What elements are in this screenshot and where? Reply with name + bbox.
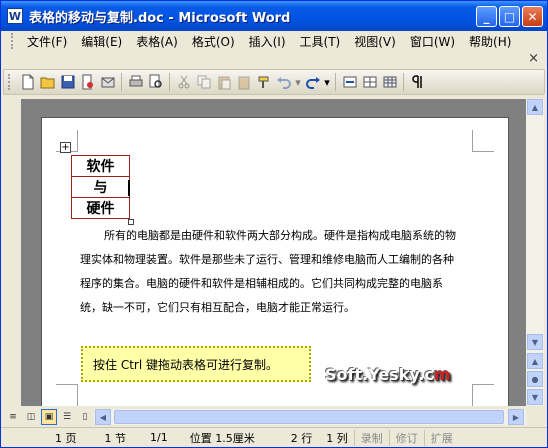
watermark-text: Soft.Yesky.c: [325, 365, 434, 384]
menu-table[interactable]: 表格(A): [129, 33, 185, 50]
document-table[interactable]: 软件 与 硬件: [71, 155, 130, 219]
status-position: 位置 1.5厘米: [189, 431, 255, 445]
copy-icon[interactable]: [194, 73, 213, 92]
status-record[interactable]: 录制: [357, 430, 387, 446]
toolbar-grip[interactable]: [8, 74, 11, 90]
menu-file[interactable]: 文件(F): [20, 33, 74, 50]
email-icon[interactable]: [98, 73, 117, 92]
print-icon[interactable]: [126, 73, 145, 92]
insert-hyperlink-icon[interactable]: [340, 73, 359, 92]
horizontal-scroll-thumb[interactable]: [114, 410, 504, 424]
cut-icon[interactable]: [174, 73, 193, 92]
menu-insert[interactable]: 插入(I): [242, 33, 293, 50]
paste-special-icon[interactable]: [234, 73, 253, 92]
menu-edit[interactable]: 编辑(E): [74, 33, 129, 50]
show-hide-icon[interactable]: [408, 73, 427, 92]
menu-bar: 文件(F) 编辑(E) 表格(A) 格式(O) 插入(I) 工具(T) 视图(V…: [1, 31, 547, 51]
table-move-handle-icon[interactable]: +: [60, 142, 71, 153]
word-window: W 表格的移动与复制.doc - Microsoft Word _ □ ✕ 文件…: [0, 0, 548, 448]
select-browse-object-icon[interactable]: ●: [527, 371, 543, 387]
new-document-icon[interactable]: [18, 73, 37, 92]
table-cell[interactable]: 软件: [71, 155, 130, 177]
site-watermark: Soft.Yesky.cm: [325, 365, 451, 384]
print-layout-icon[interactable]: ▣: [41, 409, 57, 425]
save-icon[interactable]: [58, 73, 77, 92]
reading-layout-icon[interactable]: ▯: [77, 409, 93, 425]
tables-borders-icon[interactable]: [360, 73, 379, 92]
undo-dropdown-icon[interactable]: ▾: [294, 73, 302, 92]
redo-icon[interactable]: [303, 73, 322, 92]
window-title: 表格的移动与复制.doc - Microsoft Word: [29, 10, 291, 26]
toolbar-separator: [169, 73, 170, 91]
vertical-scrollbar[interactable]: ▲ ▼ ▲ ● ▼: [526, 99, 544, 406]
status-page: 1 页: [55, 431, 77, 445]
redo-dropdown-icon[interactable]: ▾: [323, 73, 331, 92]
horizontal-scrollbar[interactable]: ◀ ▶: [94, 409, 526, 425]
scroll-down-icon[interactable]: ▼: [527, 334, 543, 350]
document-paragraph[interactable]: 所有的电脑都是由硬件和软件两大部分构成。硬件是指构成电脑系统的物理实体和物理装置…: [80, 224, 462, 320]
margin-mark-bottom-left: [56, 384, 78, 406]
close-button[interactable]: ✕: [522, 6, 543, 27]
menu-grip[interactable]: [11, 33, 14, 49]
margin-mark-top-right: [472, 130, 494, 152]
table-cell[interactable]: 硬件: [71, 197, 130, 219]
scroll-up-icon[interactable]: ▲: [527, 99, 543, 115]
menu-window[interactable]: 窗口(W): [403, 33, 462, 50]
title-bar[interactable]: W 表格的移动与复制.doc - Microsoft Word _ □ ✕: [1, 1, 547, 31]
permission-icon[interactable]: [78, 73, 97, 92]
watermark-tail: m: [433, 365, 451, 384]
status-track-changes[interactable]: 修订: [392, 430, 422, 446]
paste-icon[interactable]: [214, 73, 233, 92]
vertical-ruler[interactable]: [3, 99, 19, 404]
menu-tools[interactable]: 工具(T): [293, 33, 348, 50]
normal-view-icon[interactable]: ≡: [5, 409, 21, 425]
status-section: 1 节: [104, 431, 127, 445]
menu-help[interactable]: 帮助(H): [462, 33, 518, 50]
toolbar-separator: [403, 73, 404, 91]
status-separator: [423, 429, 425, 446]
status-page-of: 1/1: [150, 431, 168, 444]
undo-icon[interactable]: [274, 73, 293, 92]
previous-page-icon[interactable]: ▲: [527, 353, 543, 369]
menu-format[interactable]: 格式(O): [185, 33, 242, 50]
status-bar: 1 页 1 节 1/1 位置 1.5厘米 2 行 1 列 录制 修订 扩展: [1, 427, 547, 447]
view-buttons: ≡ ◫ ▣ ☰ ▯: [5, 409, 93, 425]
word-app-icon[interactable]: W: [7, 8, 23, 24]
status-line: 2 行: [290, 431, 313, 445]
open-folder-icon[interactable]: [38, 73, 57, 92]
window-controls: _ □ ✕: [476, 6, 543, 27]
insert-table-icon[interactable]: [380, 73, 399, 92]
toolbar-separator: [335, 73, 336, 91]
menu-view[interactable]: 视图(V): [347, 33, 403, 50]
status-extend[interactable]: 扩展: [427, 430, 457, 446]
status-separator: [388, 429, 390, 446]
instruction-callout: 按住 Ctrl 键拖动表格可进行复制。: [81, 346, 311, 382]
maximize-button[interactable]: □: [499, 6, 520, 27]
format-painter-icon[interactable]: [254, 73, 273, 92]
next-page-icon[interactable]: ▼: [527, 389, 543, 405]
web-layout-icon[interactable]: ◫: [23, 409, 39, 425]
status-separator: [353, 429, 355, 446]
toolbar-separator: [121, 73, 122, 91]
outline-view-icon[interactable]: ☰: [59, 409, 75, 425]
text-cursor: [128, 180, 130, 196]
document-close-icon[interactable]: ×: [528, 51, 539, 66]
minimize-button[interactable]: _: [476, 6, 497, 27]
print-preview-icon[interactable]: [146, 73, 165, 92]
scroll-right-icon[interactable]: ▶: [508, 409, 524, 425]
margin-mark-bottom-right: [472, 384, 494, 406]
standard-toolbar: ▾ ▾: [3, 69, 545, 95]
table-cell[interactable]: 与: [71, 176, 130, 198]
scroll-left-icon[interactable]: ◀: [95, 409, 111, 425]
status-column: 1 列: [326, 431, 348, 445]
